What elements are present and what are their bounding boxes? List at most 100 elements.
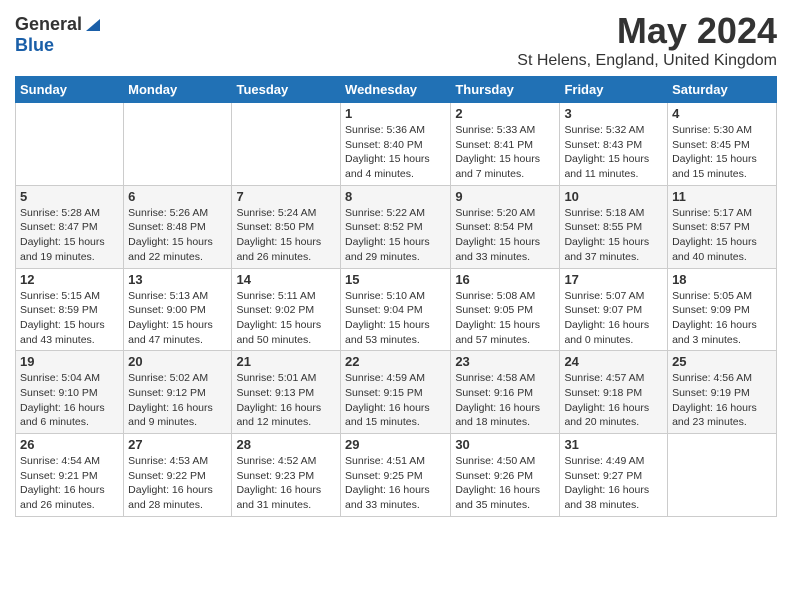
calendar-cell: 9Sunrise: 5:20 AM Sunset: 8:54 PM Daylig… xyxy=(451,185,560,268)
day-number: 25 xyxy=(672,354,772,369)
day-info: Sunrise: 5:22 AM Sunset: 8:52 PM Dayligh… xyxy=(345,206,446,265)
week-row-3: 12 Sunrise: 5:15 AM Sunset: 8:59 PM Dayli… xyxy=(16,268,777,351)
calendar-cell: 5 Sunrise: 5:28 AM Sunset: 8:47 PM Daylig… xyxy=(16,185,124,268)
calendar-cell: 15Sunrise: 5:10 AM Sunset: 9:04 PM Dayli… xyxy=(341,268,451,351)
day-number: 13 xyxy=(128,272,227,287)
calendar-cell: 26Sunrise: 4:54 AM Sunset: 9:21 PM Dayli… xyxy=(16,434,124,517)
weekday-header-monday: Monday xyxy=(124,77,232,103)
calendar-cell: 1 Sunrise: 5:36 AM Sunset: 8:40 PM Daylig… xyxy=(341,103,451,186)
day-info: Sunrise: 4:57 AM Sunset: 9:18 PM Dayligh… xyxy=(564,371,663,430)
calendar-cell: 13 Sunrise: 5:13 AM Sunset: 9:00 PM Dayli… xyxy=(124,268,232,351)
calendar-cell: 19Sunrise: 5:04 AM Sunset: 9:10 PM Dayli… xyxy=(16,351,124,434)
day-number: 10 xyxy=(564,189,663,204)
calendar-cell: 6 Sunrise: 5:26 AM Sunset: 8:48 PM Daylig… xyxy=(124,185,232,268)
calendar-cell: 16 Sunrise: 5:08 AM Sunset: 9:05 PM Dayli… xyxy=(451,268,560,351)
weekday-header-tuesday: Tuesday xyxy=(232,77,341,103)
day-number: 27 xyxy=(128,437,227,452)
day-info: Sunrise: 5:17 AM Sunset: 8:57 PM Dayligh… xyxy=(672,206,772,265)
day-info: Sunrise: 4:51 AM Sunset: 9:25 PM Dayligh… xyxy=(345,454,446,513)
calendar-cell: 21Sunrise: 5:01 AM Sunset: 9:13 PM Dayli… xyxy=(232,351,341,434)
calendar-cell: 11 Sunrise: 5:17 AM Sunset: 8:57 PM Dayli… xyxy=(668,185,777,268)
day-number: 5 xyxy=(20,189,119,204)
day-number: 28 xyxy=(236,437,336,452)
day-info: Sunrise: 5:07 AM Sunset: 9:07 PM Dayligh… xyxy=(564,289,663,348)
calendar-cell: 7Sunrise: 5:24 AM Sunset: 8:50 PM Daylig… xyxy=(232,185,341,268)
calendar-cell xyxy=(16,103,124,186)
day-info: Sunrise: 5:08 AM Sunset: 9:05 PM Dayligh… xyxy=(455,289,555,348)
day-number: 16 xyxy=(455,272,555,287)
day-info: Sunrise: 5:01 AM Sunset: 9:13 PM Dayligh… xyxy=(236,371,336,430)
day-number: 18 xyxy=(672,272,772,287)
weekday-header-wednesday: Wednesday xyxy=(341,77,451,103)
header: General Blue May 2024 St Helens, England… xyxy=(15,10,777,70)
calendar-cell: 12 Sunrise: 5:15 AM Sunset: 8:59 PM Dayli… xyxy=(16,268,124,351)
day-number: 2 xyxy=(455,106,555,121)
calendar-cell: 27 Sunrise: 4:53 AM Sunset: 9:22 PM Dayli… xyxy=(124,434,232,517)
day-number: 23 xyxy=(455,354,555,369)
day-info: Sunrise: 4:49 AM Sunset: 9:27 PM Dayligh… xyxy=(564,454,663,513)
day-number: 8 xyxy=(345,189,446,204)
day-info: Sunrise: 5:28 AM Sunset: 8:47 PM Dayligh… xyxy=(20,206,119,265)
week-row-2: 5 Sunrise: 5:28 AM Sunset: 8:47 PM Daylig… xyxy=(16,185,777,268)
calendar-cell: 28Sunrise: 4:52 AM Sunset: 9:23 PM Dayli… xyxy=(232,434,341,517)
day-number: 4 xyxy=(672,106,772,121)
calendar-cell: 14 Sunrise: 5:11 AM Sunset: 9:02 PM Dayli… xyxy=(232,268,341,351)
weekday-header-thursday: Thursday xyxy=(451,77,560,103)
calendar-cell: 22 Sunrise: 4:59 AM Sunset: 9:15 PM Dayli… xyxy=(341,351,451,434)
calendar-cell: 31 Sunrise: 4:49 AM Sunset: 9:27 PM Dayli… xyxy=(560,434,668,517)
week-row-1: 1 Sunrise: 5:36 AM Sunset: 8:40 PM Daylig… xyxy=(16,103,777,186)
day-info: Sunrise: 4:59 AM Sunset: 9:15 PM Dayligh… xyxy=(345,371,446,430)
day-number: 3 xyxy=(564,106,663,121)
weekday-header-row: SundayMondayTuesdayWednesdayThursdayFrid… xyxy=(16,77,777,103)
day-number: 9 xyxy=(455,189,555,204)
day-number: 1 xyxy=(345,106,446,121)
day-info: Sunrise: 5:30 AM Sunset: 8:45 PM Dayligh… xyxy=(672,123,772,182)
day-number: 30 xyxy=(455,437,555,452)
day-info: Sunrise: 5:02 AM Sunset: 9:12 PM Dayligh… xyxy=(128,371,227,430)
logo-blue-text: Blue xyxy=(15,35,54,56)
day-info: Sunrise: 5:13 AM Sunset: 9:00 PM Dayligh… xyxy=(128,289,227,348)
weekday-header-saturday: Saturday xyxy=(668,77,777,103)
weekday-header-friday: Friday xyxy=(560,77,668,103)
day-info: Sunrise: 5:11 AM Sunset: 9:02 PM Dayligh… xyxy=(236,289,336,348)
day-number: 7 xyxy=(236,189,336,204)
day-number: 11 xyxy=(672,189,772,204)
calendar-cell: 3 Sunrise: 5:32 AM Sunset: 8:43 PM Daylig… xyxy=(560,103,668,186)
day-number: 6 xyxy=(128,189,227,204)
day-info: Sunrise: 5:05 AM Sunset: 9:09 PM Dayligh… xyxy=(672,289,772,348)
day-number: 12 xyxy=(20,272,119,287)
day-info: Sunrise: 5:18 AM Sunset: 8:55 PM Dayligh… xyxy=(564,206,663,265)
calendar-cell: 17Sunrise: 5:07 AM Sunset: 9:07 PM Dayli… xyxy=(560,268,668,351)
day-info: Sunrise: 5:36 AM Sunset: 8:40 PM Dayligh… xyxy=(345,123,446,182)
day-number: 31 xyxy=(564,437,663,452)
calendar-cell: 18 Sunrise: 5:05 AM Sunset: 9:09 PM Dayli… xyxy=(668,268,777,351)
day-info: Sunrise: 4:58 AM Sunset: 9:16 PM Dayligh… xyxy=(455,371,555,430)
calendar-cell: 23 Sunrise: 4:58 AM Sunset: 9:16 PM Dayli… xyxy=(451,351,560,434)
calendar-cell xyxy=(668,434,777,517)
calendar-cell: 4 Sunrise: 5:30 AM Sunset: 8:45 PM Daylig… xyxy=(668,103,777,186)
day-info: Sunrise: 4:54 AM Sunset: 9:21 PM Dayligh… xyxy=(20,454,119,513)
calendar-cell: 25 Sunrise: 4:56 AM Sunset: 9:19 PM Dayli… xyxy=(668,351,777,434)
logo: General Blue xyxy=(15,14,102,56)
logo-triangle-icon xyxy=(84,15,102,33)
calendar-cell: 29 Sunrise: 4:51 AM Sunset: 9:25 PM Dayli… xyxy=(341,434,451,517)
calendar-cell: 20Sunrise: 5:02 AM Sunset: 9:12 PM Dayli… xyxy=(124,351,232,434)
calendar-cell: 10 Sunrise: 5:18 AM Sunset: 8:55 PM Dayli… xyxy=(560,185,668,268)
day-info: Sunrise: 4:53 AM Sunset: 9:22 PM Dayligh… xyxy=(128,454,227,513)
day-info: Sunrise: 5:26 AM Sunset: 8:48 PM Dayligh… xyxy=(128,206,227,265)
day-info: Sunrise: 4:50 AM Sunset: 9:26 PM Dayligh… xyxy=(455,454,555,513)
calendar-table: SundayMondayTuesdayWednesdayThursdayFrid… xyxy=(15,76,777,517)
day-info: Sunrise: 5:33 AM Sunset: 8:41 PM Dayligh… xyxy=(455,123,555,182)
day-number: 29 xyxy=(345,437,446,452)
calendar-cell xyxy=(232,103,341,186)
day-info: Sunrise: 5:15 AM Sunset: 8:59 PM Dayligh… xyxy=(20,289,119,348)
day-number: 19 xyxy=(20,354,119,369)
day-info: Sunrise: 5:32 AM Sunset: 8:43 PM Dayligh… xyxy=(564,123,663,182)
day-number: 14 xyxy=(236,272,336,287)
day-info: Sunrise: 4:56 AM Sunset: 9:19 PM Dayligh… xyxy=(672,371,772,430)
calendar-cell: 8 Sunrise: 5:22 AM Sunset: 8:52 PM Daylig… xyxy=(341,185,451,268)
calendar-cell: 24Sunrise: 4:57 AM Sunset: 9:18 PM Dayli… xyxy=(560,351,668,434)
day-number: 22 xyxy=(345,354,446,369)
title-area: May 2024 St Helens, England, United King… xyxy=(517,10,777,70)
day-info: Sunrise: 5:10 AM Sunset: 9:04 PM Dayligh… xyxy=(345,289,446,348)
